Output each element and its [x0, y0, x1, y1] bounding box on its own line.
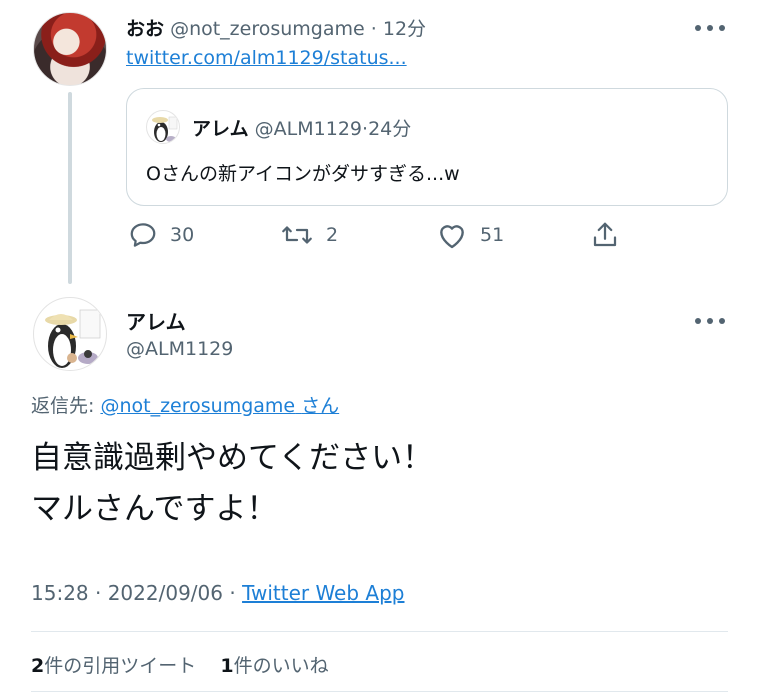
reply-to-prefix: 返信先:: [31, 395, 101, 417]
divider: [31, 631, 728, 632]
reply-to-suffix[interactable]: さん: [301, 395, 339, 417]
divider: [31, 691, 728, 692]
more-options-icon[interactable]: [695, 18, 725, 38]
parent-tweet-time[interactable]: 12分: [383, 18, 426, 40]
like-count: 51: [480, 224, 505, 246]
tweet-action-bar: 30 2 51: [128, 220, 628, 254]
parent-author-handle[interactable]: @not_zerosumgame: [170, 18, 365, 40]
likes-stat[interactable]: 1件のいいね: [220, 655, 328, 677]
reply-icon: [130, 223, 156, 247]
main-author-handle[interactable]: @ALM1129: [126, 338, 233, 360]
parent-author-name[interactable]: おお: [126, 18, 164, 40]
engagement-stats: 2件の引用ツイート 1件のいいね: [31, 651, 329, 678]
thread-connector-line: [68, 92, 72, 284]
quoted-tweet-time: 24分: [368, 118, 412, 140]
tweet-source-link[interactable]: Twitter Web App: [242, 581, 404, 605]
tweet-metadata: 15:28 · 2022/09/06 · Twitter Web App: [31, 581, 404, 605]
quote-label: 件の引用ツイート: [44, 655, 197, 677]
tweet-text-line: 自意識過剰やめてください！: [31, 440, 434, 476]
header-separator: ·: [370, 18, 377, 40]
quote-tweets-stat[interactable]: 2件の引用ツイート: [31, 655, 196, 677]
retweet-count: 2: [326, 224, 339, 246]
reply-button[interactable]: 30: [128, 220, 194, 250]
quoted-tweet-card[interactable]: [126, 88, 728, 206]
retweet-icon: [282, 226, 312, 244]
reply-count: 30: [170, 224, 195, 246]
quoted-tweet-header: アレム @ALM1129·24分: [192, 114, 411, 141]
heart-icon: [440, 225, 464, 249]
parent-tweet-header: おお @not_zerosumgame · 12分: [126, 14, 426, 41]
main-tweet-text: 自意識過剰やめてください！ マルさんですよ！: [31, 433, 433, 535]
retweet-button[interactable]: 2: [280, 220, 338, 250]
quoted-tweet-text: Oさんの新アイコンがダサすぎる...w: [146, 163, 460, 185]
like-label: 件のいいね: [233, 655, 329, 677]
more-options-icon[interactable]: [695, 311, 725, 331]
share-button[interactable]: [590, 220, 620, 250]
quoted-author-name: アレム: [192, 118, 249, 140]
share-icon: [593, 222, 617, 247]
quote-count: 2: [31, 655, 45, 677]
tweet-text-line: マルさんですよ！: [31, 491, 278, 527]
quoted-author-handle: @ALM1129: [254, 118, 363, 140]
main-tweet-avatar[interactable]: [33, 297, 107, 371]
like-button[interactable]: 51: [436, 220, 504, 250]
reply-to-link[interactable]: @not_zerosumgame さん: [100, 395, 339, 417]
reply-to-line: 返信先: @not_zerosumgame さん: [31, 391, 339, 418]
reply-to-handle[interactable]: @not_zerosumgame: [100, 395, 295, 417]
tweet-timestamp[interactable]: 15:28 · 2022/09/06 ·: [31, 581, 242, 605]
like-count-stat: 1: [220, 655, 234, 677]
parent-tweet-link[interactable]: twitter.com/alm1129/status...: [126, 47, 407, 69]
parent-tweet-avatar[interactable]: [33, 12, 107, 86]
quoted-author-avatar: [146, 110, 180, 144]
main-author-name[interactable]: アレム: [126, 306, 186, 335]
